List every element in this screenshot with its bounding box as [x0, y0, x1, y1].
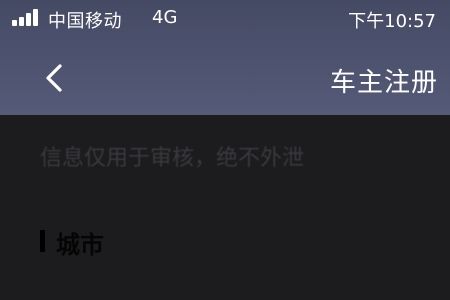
carrier-name: 中国移动 — [48, 11, 122, 32]
network-type: 4G — [152, 7, 178, 28]
page-title: 车主注册 — [329, 68, 438, 98]
status-time: 下午10:57 — [348, 11, 436, 32]
status-bar: 中国移动 4G 下午10:57 — [0, 0, 450, 36]
signal-strength-icon — [12, 9, 42, 26]
section-marker — [40, 230, 45, 252]
privacy-notice: 信息仅用于审核，绝不外泄 — [40, 146, 305, 171]
back-button[interactable] — [34, 56, 78, 100]
navigation-bar: 车主注册 — [0, 50, 450, 104]
chevron-left-icon — [46, 64, 62, 92]
app-header: 中国移动 4G 下午10:57 车主注册 — [0, 0, 450, 115]
section-title: 城市 — [56, 231, 104, 259]
